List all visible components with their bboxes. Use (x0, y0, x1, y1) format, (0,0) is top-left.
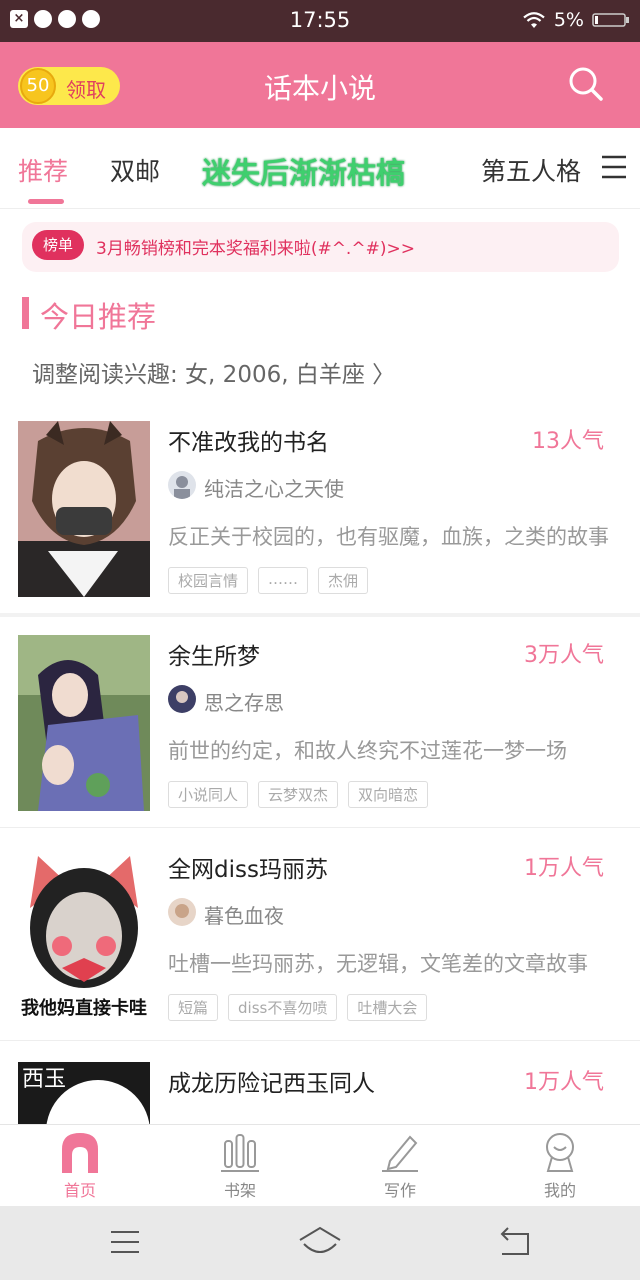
popularity-count: 13人气 (532, 429, 604, 454)
battery-percent: 5% (553, 9, 584, 31)
active-tab-indicator (28, 199, 64, 204)
banner-text: 3月畅销榜和完本奖福利来啦(#^.^#)>> (96, 239, 415, 259)
home-key-icon[interactable] (298, 1224, 342, 1260)
book-item[interactable]: 余生所梦 3万人气 思之存思 前世的约定，和故人终究不过莲花一梦一场 小说同人 … (0, 635, 640, 828)
book-cover (18, 421, 150, 597)
menu-key-icon[interactable] (110, 1224, 140, 1260)
tag[interactable]: 小说同人 (168, 781, 249, 808)
tag[interactable]: diss不喜勿喷 (228, 994, 338, 1021)
author-name: 暮色血夜 (204, 904, 284, 928)
tag[interactable]: 短篇 (168, 994, 219, 1021)
ranking-badge: 榜单 (32, 230, 84, 260)
book-title: 全网diss玛丽苏 (168, 857, 328, 883)
tag-list: 短篇 diss不喜勿喷 吐槽大会 (168, 994, 428, 1021)
bottom-nav: 首页 书架 写作 我的 (0, 1124, 640, 1207)
book-item[interactable]: 西玉 成龙历险记西玉同人 1万人气 (0, 1062, 640, 1124)
tab-recommend[interactable]: 推荐 (18, 152, 68, 188)
nav-write[interactable]: 写作 (320, 1131, 480, 1201)
category-tabs: 推荐 双邮 迷失后渐渐枯槁 第五人格 (0, 128, 640, 209)
tag[interactable]: 双向暗恋 (348, 781, 429, 808)
tag[interactable]: …… (258, 567, 309, 594)
tag-list: 校园言情 …… 杰佣 (168, 567, 369, 594)
tag[interactable]: 杰佣 (318, 567, 369, 594)
book-title: 不准改我的书名 (168, 430, 329, 456)
tag[interactable]: 校园言情 (168, 567, 249, 594)
app-header: 50 领取 话本小说 (0, 42, 640, 128)
popularity-count: 3万人气 (524, 643, 604, 668)
search-icon[interactable] (566, 64, 606, 104)
author-avatar (168, 471, 196, 499)
book-description: 前世的约定，和故人终究不过莲花一梦一场 (168, 739, 567, 763)
tag-list: 小说同人 云梦双杰 双向暗恋 (168, 781, 429, 808)
bookshelf-icon (221, 1134, 259, 1172)
nav-bookshelf[interactable]: 书架 (160, 1131, 320, 1201)
popularity-count: 1万人气 (524, 1070, 604, 1095)
section-title: 今日推荐 (40, 300, 157, 334)
nav-home[interactable]: 首页 (0, 1131, 160, 1201)
adjust-interest-link[interactable]: 调整阅读兴趣: 女, 2006, 白羊座 〉 (32, 355, 395, 389)
nav-label: 写作 (383, 1181, 416, 1200)
nav-label: 书架 (223, 1181, 256, 1200)
author-name: 纯洁之心之天使 (204, 477, 344, 501)
book-title: 余生所梦 (168, 644, 260, 670)
tag[interactable]: 吐槽大会 (347, 994, 428, 1021)
author-avatar (168, 685, 196, 713)
popularity-count: 1万人气 (524, 856, 604, 881)
book-cover: 西玉 (18, 1062, 150, 1124)
book-description: 吐槽一些玛丽苏，无逻辑，文笔差的文章故事 (168, 952, 588, 976)
home-icon (62, 1133, 98, 1173)
tag[interactable]: 云梦双杰 (258, 781, 339, 808)
menu-icon[interactable] (600, 154, 628, 180)
book-title: 成龙历险记西玉同人 (168, 1071, 375, 1097)
tab-identity-v[interactable]: 第五人格 (481, 152, 581, 188)
nav-label: 我的 (543, 1181, 576, 1200)
tab-lost-withered[interactable]: 迷失后渐渐枯槁 (202, 150, 405, 192)
profile-icon (546, 1133, 574, 1172)
cover-caption: 西玉 (22, 1067, 66, 1092)
book-cover (18, 635, 150, 811)
nav-profile[interactable]: 我的 (480, 1131, 640, 1201)
book-description: 反正关于校园的，也有驱魔，血族，之类的故事 (168, 525, 609, 549)
ranking-banner[interactable]: 榜单 3月畅销榜和完本奖福利来啦(#^.^#)>> (22, 222, 619, 272)
author-name: 思之存思 (204, 691, 284, 715)
nav-label: 首页 (63, 1181, 96, 1200)
tab-shuangyou[interactable]: 双邮 (110, 152, 160, 188)
cover-caption: 我他妈直接卡哇 (21, 997, 147, 1019)
battery-icon (592, 13, 629, 27)
back-key-icon[interactable] (498, 1224, 532, 1260)
app-title: 话本小说 (263, 72, 376, 105)
status-bar: × 17:55 5% (0, 0, 640, 42)
system-nav-bar (0, 1206, 640, 1280)
book-cover: 我他妈直接卡哇 (18, 848, 150, 1024)
wifi-icon (523, 12, 545, 28)
author-avatar (168, 898, 196, 926)
pencil-icon (382, 1135, 418, 1172)
section-marker (22, 297, 29, 329)
book-item[interactable]: 不准改我的书名 13人气 纯洁之心之天使 反正关于校园的，也有驱魔，血族，之类的… (0, 421, 640, 617)
book-item[interactable]: 我他妈直接卡哇 全网diss玛丽苏 1万人气 暮色血夜 吐槽一些玛丽苏，无逻辑，… (0, 848, 640, 1041)
